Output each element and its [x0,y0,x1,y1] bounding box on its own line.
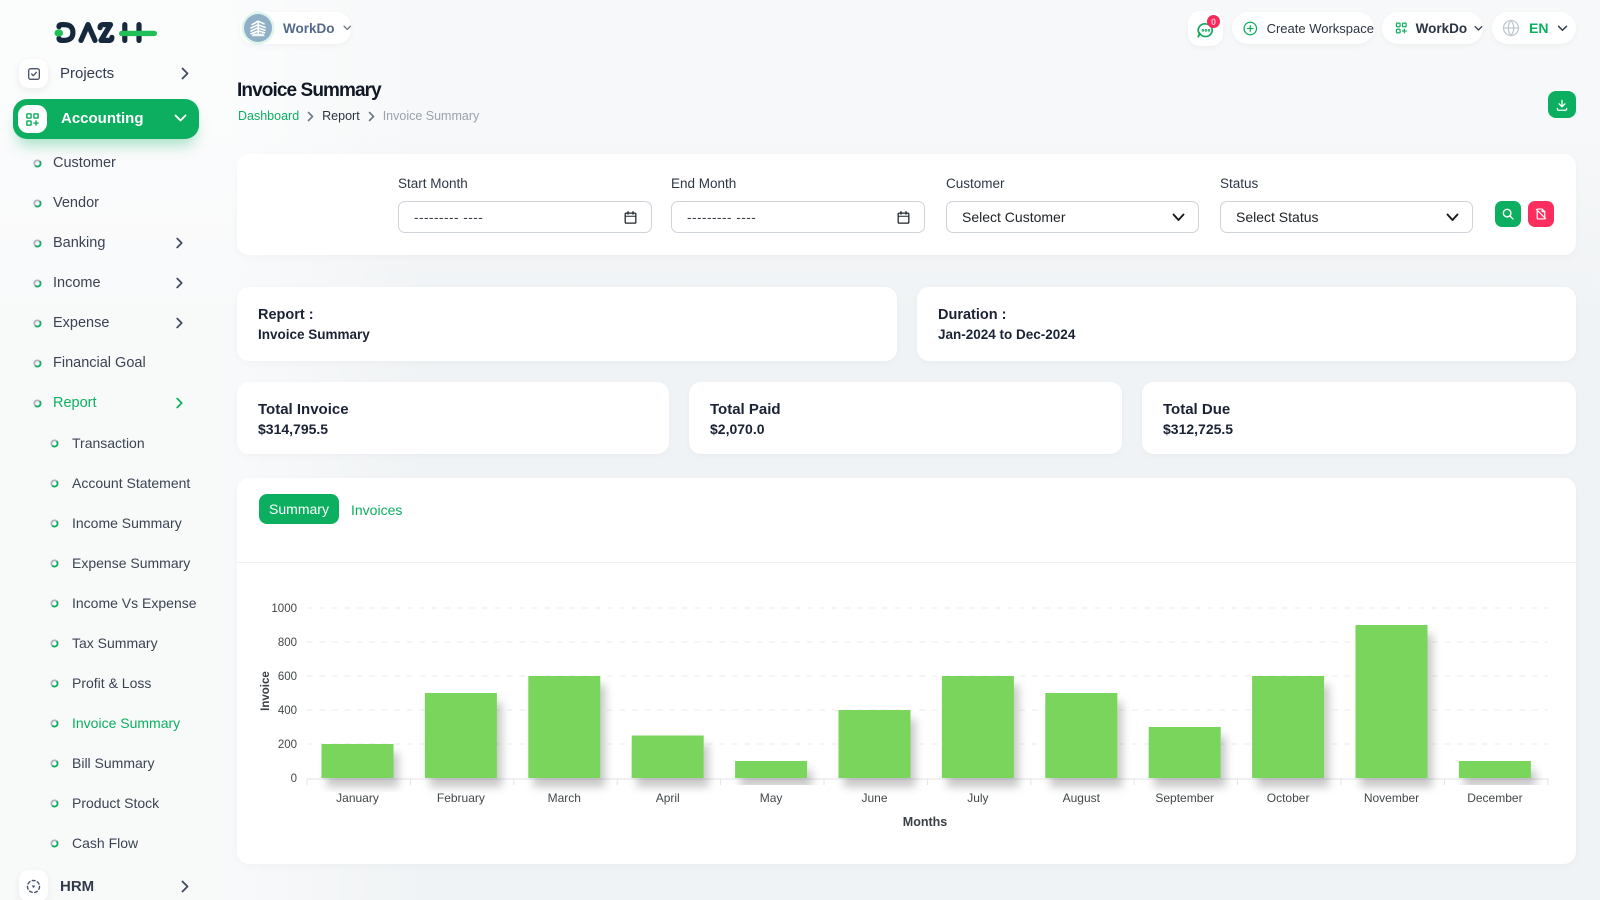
svg-text:Months: Months [903,815,947,829]
svg-text:0: 0 [291,773,297,785]
svg-text:1000: 1000 [271,603,297,615]
svg-text:200: 200 [278,739,297,751]
svg-text:Invoice: Invoice [260,671,272,711]
svg-text:September: September [1155,791,1214,805]
svg-text:400: 400 [278,705,297,717]
svg-text:October: October [1267,791,1310,805]
svg-text:April: April [656,791,680,805]
svg-text:November: November [1364,791,1419,805]
svg-text:December: December [1467,791,1522,805]
svg-text:600: 600 [278,671,297,683]
svg-text:February: February [437,791,485,805]
svg-text:May: May [760,791,783,805]
svg-text:August: August [1063,791,1101,805]
svg-text:July: July [967,791,988,805]
svg-text:800: 800 [278,637,297,649]
svg-text:January: January [336,791,379,805]
svg-text:March: March [548,791,581,805]
svg-text:June: June [861,791,887,805]
